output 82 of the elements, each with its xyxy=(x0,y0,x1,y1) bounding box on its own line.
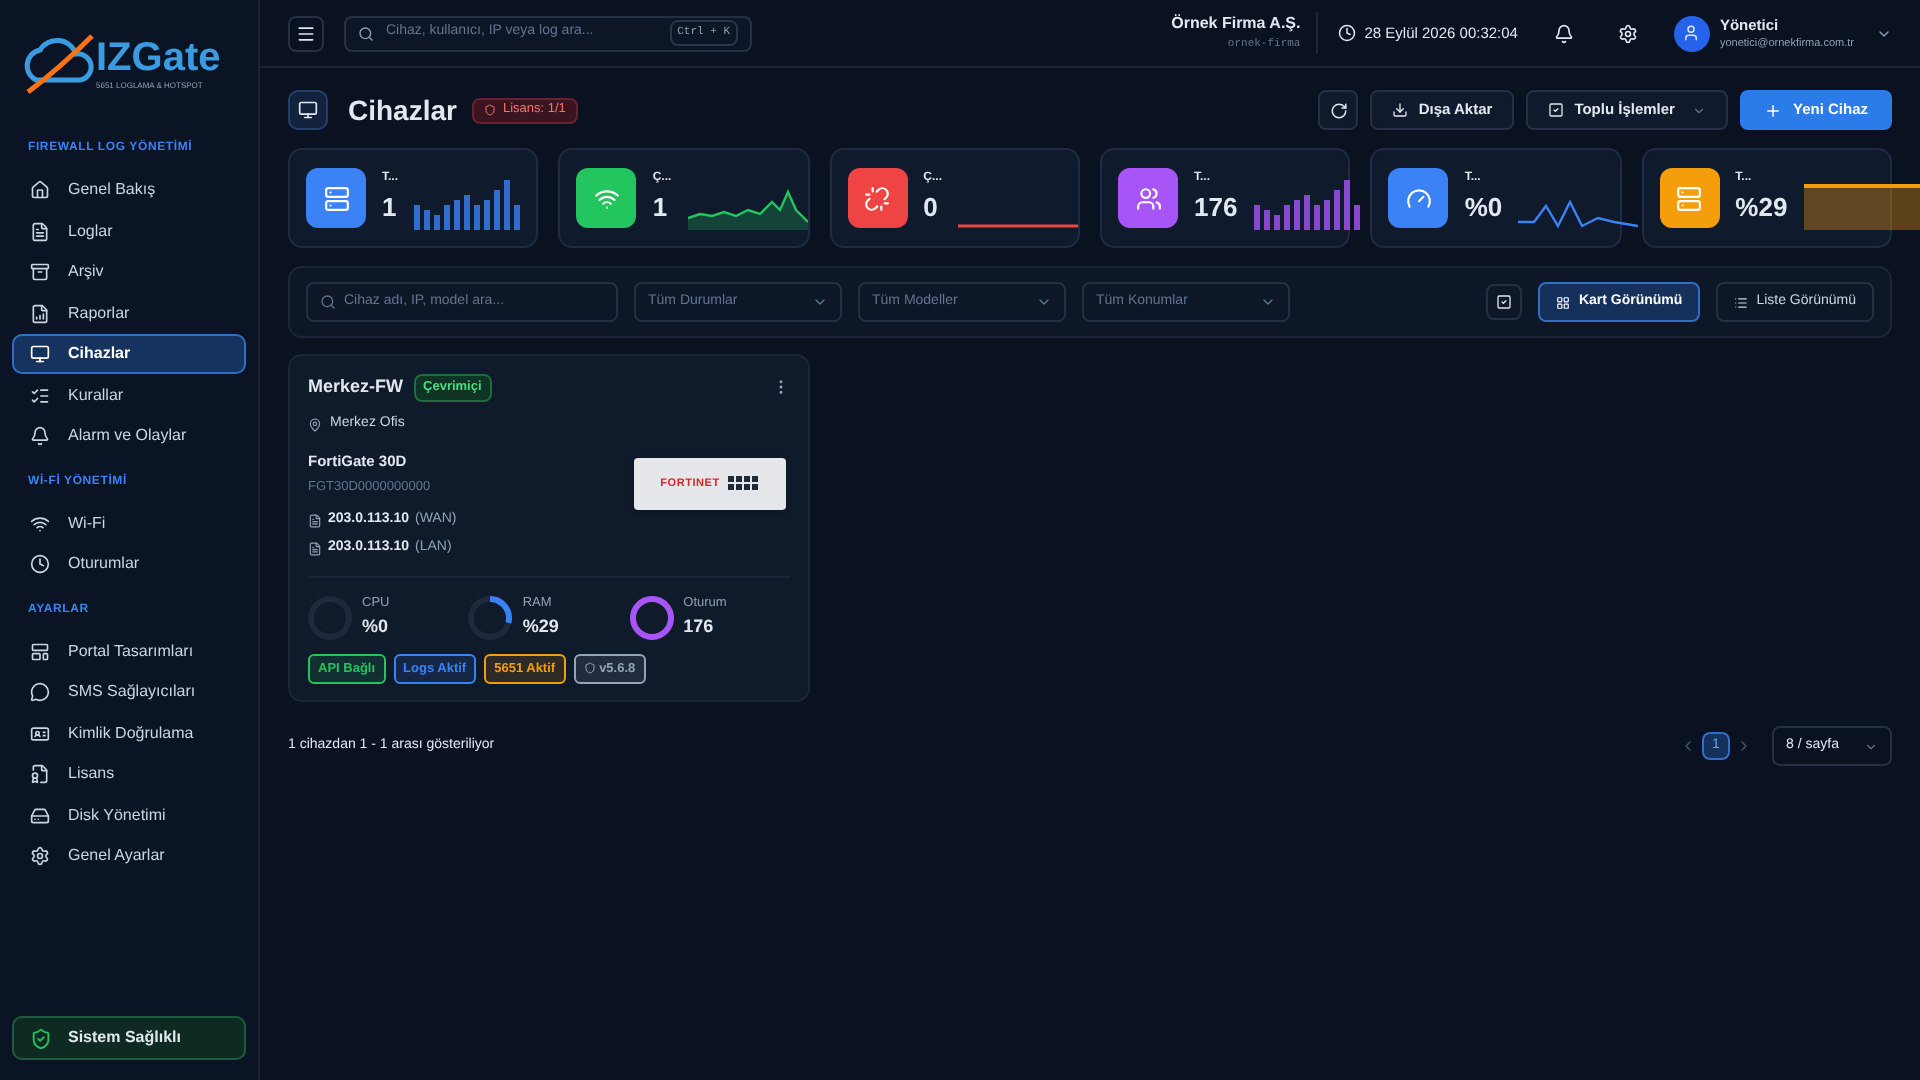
sidebar-item[interactable]: Cihazlar xyxy=(12,334,246,374)
document-icon xyxy=(308,514,322,528)
search-icon xyxy=(320,294,336,310)
previous-page-icon[interactable] xyxy=(1680,738,1696,755)
sidebar-item[interactable]: Alarm ve Olaylar xyxy=(12,416,246,456)
stat-value: %0 xyxy=(1464,189,1503,226)
sidebar-item[interactable]: Kurallar xyxy=(12,375,246,415)
download-icon xyxy=(1392,102,1409,118)
menu-icon xyxy=(296,23,316,43)
line-sparkline xyxy=(1518,194,1639,230)
sidebar-item[interactable]: Oturumlar xyxy=(12,544,246,584)
flat-line-chart xyxy=(958,222,1078,230)
device-name: Merkez-FW xyxy=(308,374,404,401)
sidebar-item[interactable]: Wi-Fi xyxy=(12,503,246,543)
settings-icon[interactable] xyxy=(1617,23,1638,43)
sidebar-item[interactable]: Kimlik Doğrulama xyxy=(12,713,246,753)
stat-value: 176 xyxy=(1194,189,1238,226)
nav-icon xyxy=(30,262,50,282)
sidebar-item[interactable]: Portal Tasarımları xyxy=(12,631,246,671)
meter-value: 176 xyxy=(683,614,716,640)
meter-value: %29 xyxy=(522,614,559,640)
refresh-icon xyxy=(1329,101,1348,119)
checklist-icon xyxy=(1496,294,1513,310)
shield-icon xyxy=(30,1027,52,1049)
sidebar-item[interactable]: Genel Bakış xyxy=(12,170,246,210)
shield-icon xyxy=(583,662,596,675)
meter-value: %0 xyxy=(362,614,390,640)
nav-icon xyxy=(30,764,50,784)
nav-icon xyxy=(30,180,50,200)
chevron-down-icon xyxy=(1036,294,1052,310)
nav-icon xyxy=(30,385,50,405)
plus-icon xyxy=(1764,101,1783,119)
nav-icon xyxy=(30,641,50,661)
nav-icon xyxy=(30,221,50,241)
nav-icon xyxy=(30,513,50,533)
stat-value: 1 xyxy=(652,189,670,226)
sidebar-item[interactable]: Disk Yönetimi xyxy=(12,795,246,835)
nav-icon xyxy=(30,805,50,825)
system-health-badge: Sistem Sağlıklı xyxy=(12,1016,246,1060)
sidebar-item[interactable]: Lisans xyxy=(12,754,246,794)
company-name: Örnek Firma A.Ş. xyxy=(1171,12,1301,37)
stat-value: 1 xyxy=(382,189,399,226)
port-grid-icon xyxy=(727,475,760,492)
chevron-down-icon xyxy=(1692,103,1707,117)
area-sparkline xyxy=(687,186,808,230)
location-pin-icon xyxy=(308,417,322,431)
chevron-down-icon xyxy=(1260,294,1276,310)
monitor-icon xyxy=(288,90,328,130)
grid-icon xyxy=(1556,295,1571,309)
sidebar-item[interactable]: Raporlar xyxy=(12,293,246,333)
nav-icon xyxy=(30,723,50,743)
brand-name: IZGate xyxy=(96,36,221,80)
chevron-down-icon xyxy=(1864,739,1878,754)
sidebar-item[interactable]: Arşiv xyxy=(12,252,246,292)
menu-button[interactable] xyxy=(288,15,324,51)
notifications-icon[interactable] xyxy=(1553,23,1574,43)
next-page-icon[interactable] xyxy=(1736,738,1752,755)
selection-mode-button[interactable] xyxy=(1486,284,1523,320)
nav-icon xyxy=(30,344,50,364)
area-fill-chart xyxy=(1803,182,1920,230)
stat-value: %29 xyxy=(1735,189,1788,226)
page-title: Cihazlar xyxy=(348,91,457,129)
user-avatar[interactable] xyxy=(1673,15,1710,51)
chevron-down-icon xyxy=(812,294,828,310)
nav-icon xyxy=(30,303,50,323)
list-icon xyxy=(1734,295,1749,309)
sidebar-item[interactable]: SMS Sağlayıcıları xyxy=(12,672,246,712)
refresh-button[interactable] xyxy=(1318,90,1359,130)
user-icon xyxy=(1682,24,1701,42)
bar-sparkline xyxy=(1253,178,1366,230)
document-icon xyxy=(308,541,322,555)
nav-icon xyxy=(30,846,50,866)
nav-icon xyxy=(30,554,50,574)
checkbox-icon xyxy=(1548,102,1565,118)
nav-icon xyxy=(30,426,50,446)
nav-icon xyxy=(30,682,50,702)
sidebar-item[interactable]: Loglar xyxy=(12,211,246,251)
sidebar-item[interactable]: Genel Ayarlar xyxy=(12,836,246,876)
shield-icon xyxy=(484,104,497,116)
search-icon xyxy=(358,25,374,41)
stat-value: 0 xyxy=(923,189,940,226)
clock-icon xyxy=(1338,24,1357,42)
